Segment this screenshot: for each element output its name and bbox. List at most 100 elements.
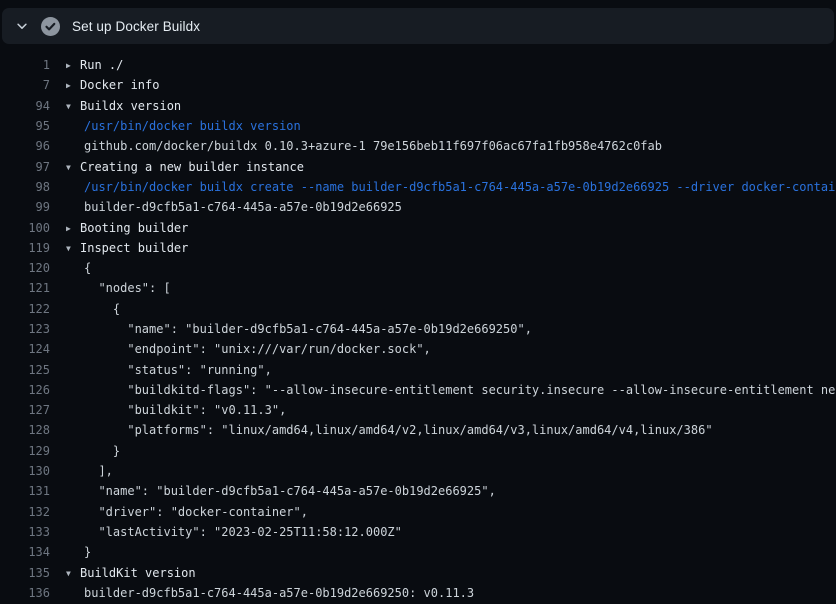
line-number[interactable]: 94	[0, 99, 50, 113]
log-line: 134}	[0, 542, 836, 562]
log-line: 125 "status": "running",	[0, 359, 836, 379]
group-expanded-icon[interactable]: ▼	[66, 102, 80, 111]
line-number[interactable]: 1	[0, 58, 50, 72]
line-number[interactable]: 128	[0, 423, 50, 437]
log-line: 1 ▶Run ./	[0, 55, 836, 75]
log-line: 129 }	[0, 441, 836, 461]
line-number[interactable]: 136	[0, 586, 50, 600]
group-title: Inspect builder	[80, 241, 188, 255]
log-output-text: "status": "running",	[66, 363, 272, 377]
group-title: Docker info	[80, 78, 159, 92]
log-line: 132 "driver": "docker-container",	[0, 502, 836, 522]
step-title: Set up Docker Buildx	[72, 19, 200, 34]
line-number[interactable]: 123	[0, 322, 50, 336]
log-line: 119 ▼Inspect builder	[0, 238, 836, 258]
group-expanded-icon[interactable]: ▼	[66, 569, 80, 578]
line-number[interactable]: 95	[0, 119, 50, 133]
log-output-text: "lastActivity": "2023-02-25T11:58:12.000…	[66, 525, 402, 539]
log-group-toggle[interactable]: ▼Inspect builder	[66, 241, 188, 255]
log-output-text: }	[66, 444, 120, 458]
log-output-text: "driver": "docker-container",	[66, 505, 308, 519]
group-expanded-icon[interactable]: ▼	[66, 163, 80, 172]
line-number[interactable]: 7	[0, 78, 50, 92]
log-output-text: github.com/docker/buildx 0.10.3+azure-1 …	[66, 139, 662, 153]
log-output-text: "nodes": [	[66, 281, 171, 295]
group-title: Creating a new builder instance	[80, 160, 304, 174]
line-number[interactable]: 134	[0, 545, 50, 559]
log-line: 94 ▼Buildx version	[0, 96, 836, 116]
log-line: 96 github.com/docker/buildx 0.10.3+azure-…	[0, 136, 836, 156]
log-command-text: /usr/bin/docker buildx version	[66, 119, 301, 133]
log-line: 99 builder-d9cfb5a1-c764-445a-a57e-0b19d2…	[0, 197, 836, 217]
log-output-text: "name": "builder-d9cfb5a1-c764-445a-a57e…	[66, 322, 532, 336]
log-line: 7 ▶Docker info	[0, 75, 836, 95]
log-line: 98/usr/bin/docker buildx create --name b…	[0, 177, 836, 197]
log-line: 126 "buildkitd-flags": "--allow-insecure…	[0, 380, 836, 400]
line-number[interactable]: 130	[0, 464, 50, 478]
log-line: 124 "endpoint": "unix:///var/run/docker.…	[0, 339, 836, 359]
log-line: 122 {	[0, 299, 836, 319]
log-line: 133 "lastActivity": "2023-02-25T11:58:12…	[0, 522, 836, 542]
line-number[interactable]: 125	[0, 363, 50, 377]
log-output-text: builder-d9cfb5a1-c764-445a-a57e-0b19d2e6…	[66, 200, 402, 214]
log-line: 128 "platforms": "linux/amd64,linux/amd6…	[0, 420, 836, 440]
line-number[interactable]: 133	[0, 525, 50, 539]
line-number[interactable]: 129	[0, 444, 50, 458]
log-group-toggle[interactable]: ▶Run ./	[66, 58, 123, 72]
line-number[interactable]: 131	[0, 484, 50, 498]
line-number[interactable]: 120	[0, 261, 50, 275]
line-number[interactable]: 124	[0, 342, 50, 356]
line-number[interactable]: 132	[0, 505, 50, 519]
line-number[interactable]: 127	[0, 403, 50, 417]
line-number[interactable]: 100	[0, 221, 50, 235]
log-output-text: "name": "builder-d9cfb5a1-c764-445a-a57e…	[66, 484, 496, 498]
log-line: 95/usr/bin/docker buildx version	[0, 116, 836, 136]
line-number[interactable]: 96	[0, 139, 50, 153]
line-number[interactable]: 135	[0, 566, 50, 580]
log-output-text: }	[66, 545, 91, 559]
log-group-toggle[interactable]: ▼Creating a new builder instance	[66, 160, 304, 174]
group-title: Booting builder	[80, 221, 188, 235]
log-line: 136 builder-d9cfb5a1-c764-445a-a57e-0b19d…	[0, 583, 836, 603]
line-number[interactable]: 126	[0, 383, 50, 397]
group-title: Buildx version	[80, 99, 181, 113]
log-output-text: builder-d9cfb5a1-c764-445a-a57e-0b19d2e6…	[66, 586, 474, 600]
line-number[interactable]: 122	[0, 302, 50, 316]
line-number[interactable]: 97	[0, 160, 50, 174]
step-header[interactable]: Set up Docker Buildx	[2, 8, 834, 44]
log-output-text: {	[66, 261, 91, 275]
log-line: 131 "name": "builder-d9cfb5a1-c764-445a-…	[0, 481, 836, 501]
group-collapsed-icon[interactable]: ▶	[66, 81, 80, 90]
log-line: 123 "name": "builder-d9cfb5a1-c764-445a-…	[0, 319, 836, 339]
log-line: 130 ],	[0, 461, 836, 481]
line-number[interactable]: 119	[0, 241, 50, 255]
log-group-toggle[interactable]: ▶Booting builder	[66, 221, 188, 235]
log-output-text: "endpoint": "unix:///var/run/docker.sock…	[66, 342, 431, 356]
group-title: BuildKit version	[80, 566, 196, 580]
log-group-toggle[interactable]: ▼Buildx version	[66, 99, 181, 113]
log-line: 135 ▼BuildKit version	[0, 562, 836, 582]
log-line: 127 "buildkit": "v0.11.3",	[0, 400, 836, 420]
line-number[interactable]: 121	[0, 281, 50, 295]
log-line: 97 ▼Creating a new builder instance	[0, 156, 836, 176]
check-circle-icon	[40, 16, 60, 36]
group-title: Run ./	[80, 58, 123, 72]
chevron-down-icon[interactable]	[14, 18, 30, 34]
log-group-toggle[interactable]: ▼BuildKit version	[66, 566, 196, 580]
group-collapsed-icon[interactable]: ▶	[66, 61, 80, 70]
log-command-text: /usr/bin/docker buildx create --name bui…	[66, 180, 836, 194]
log-output-text: ],	[66, 464, 113, 478]
log-line: 121 "nodes": [	[0, 278, 836, 298]
group-collapsed-icon[interactable]: ▶	[66, 224, 80, 233]
line-number[interactable]: 98	[0, 180, 50, 194]
group-expanded-icon[interactable]: ▼	[66, 244, 80, 253]
log-output-text: "buildkitd-flags": "--allow-insecure-ent…	[66, 383, 836, 397]
log-group-toggle[interactable]: ▶Docker info	[66, 78, 159, 92]
log-body: 1▶Run ./7▶Docker info94▼Buildx version95…	[0, 44, 836, 603]
log-output-text: "platforms": "linux/amd64,linux/amd64/v2…	[66, 423, 713, 437]
line-number[interactable]: 99	[0, 200, 50, 214]
log-output-text: {	[66, 302, 120, 316]
log-line: 120 {	[0, 258, 836, 278]
log-line: 100 ▶Booting builder	[0, 217, 836, 237]
log-output-text: "buildkit": "v0.11.3",	[66, 403, 286, 417]
